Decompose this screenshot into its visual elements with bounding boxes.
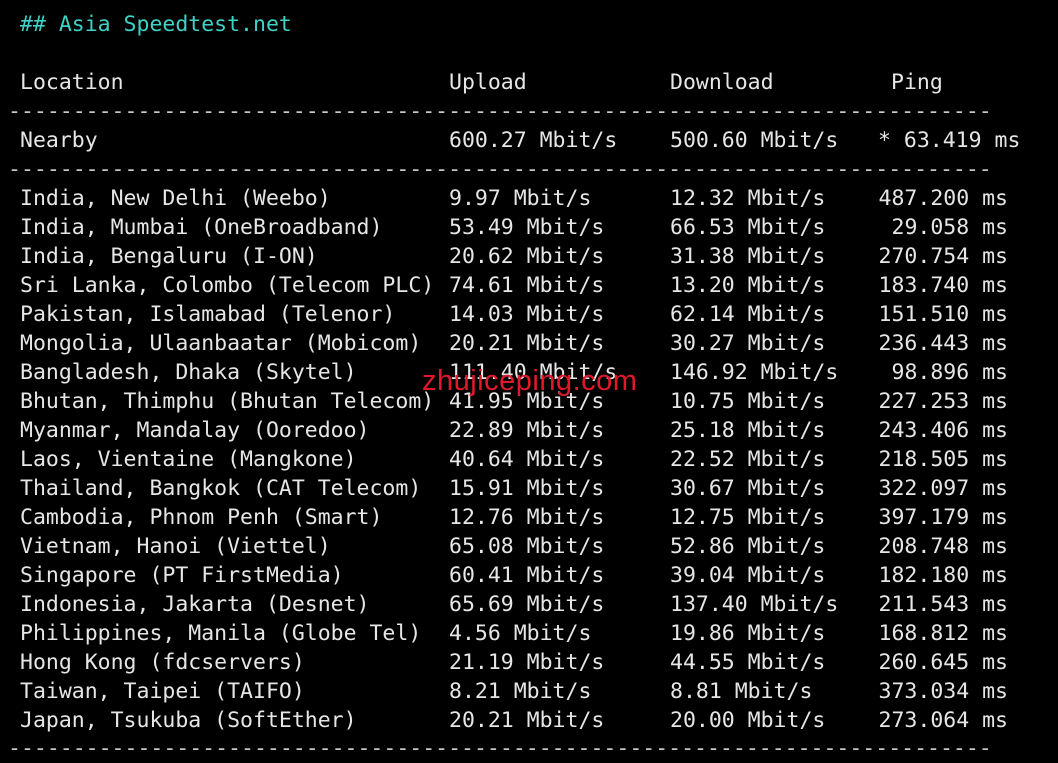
row-ping: 273.064 ms <box>878 708 1008 733</box>
row-ping: 243.406 ms <box>878 418 1008 443</box>
row-upload: 22.89 Mbit/s <box>449 418 605 443</box>
row-download: 12.75 Mbit/s <box>670 505 826 530</box>
row-location: Vietnam, Hanoi (Viettel) <box>20 534 331 559</box>
row-download: 146.92 Mbit/s <box>670 360 839 385</box>
row-ping: 182.180 ms <box>878 563 1008 588</box>
row-location: Taiwan, Taipei (TAIFO) <box>20 679 305 704</box>
row-download: 12.32 Mbit/s <box>670 186 826 211</box>
row-ping: 487.200 ms <box>878 186 1008 211</box>
header-download: Download <box>670 70 774 95</box>
row-location: Myanmar, Mandalay (Ooredoo) <box>20 418 370 443</box>
nearby-location: Nearby <box>20 128 98 153</box>
row-location: Philippines, Manila (Globe Tel) <box>20 621 422 646</box>
row-location: Sri Lanka, Colombo (Telecom PLC) <box>20 273 435 298</box>
nearby-row: Nearby 600.27 Mbit/s 500.60 Mbit/s * 63.… <box>20 126 1020 155</box>
row-ping: 211.543 ms <box>878 592 1008 617</box>
watermark: zhujiceping.com <box>422 365 638 397</box>
row-upload: 65.08 Mbit/s <box>449 534 605 559</box>
header-location: Location <box>20 70 124 95</box>
row-location: Mongolia, Ulaanbaatar (Mobicom) <box>20 331 422 356</box>
row-download: 20.00 Mbit/s <box>670 708 826 733</box>
row-upload: 15.91 Mbit/s <box>449 476 605 501</box>
header-ping: Ping <box>891 70 943 95</box>
separator-bottom: ----------------------------------------… <box>8 736 992 761</box>
row-download: 10.75 Mbit/s <box>670 389 826 414</box>
row-location: Bhutan, Thimphu (Bhutan Telecom) <box>20 389 435 414</box>
row-location: Japan, Tsukuba (SoftEther) <box>20 708 357 733</box>
row-download: 31.38 Mbit/s <box>670 244 826 269</box>
row-location: Laos, Vientaine (Mangkone) <box>20 447 357 472</box>
row-download: 22.52 Mbit/s <box>670 447 826 472</box>
row-location: India, Mumbai (OneBroadband) <box>20 215 383 240</box>
row-upload: 20.21 Mbit/s <box>449 708 605 733</box>
row-download: 44.55 Mbit/s <box>670 650 826 675</box>
header-upload: Upload <box>449 70 527 95</box>
row-download: 30.67 Mbit/s <box>670 476 826 501</box>
row-download: 19.86 Mbit/s <box>670 621 826 646</box>
row-location: Hong Kong (fdcservers) <box>20 650 305 675</box>
row-location: India, Bengaluru (I-ON) <box>20 244 318 269</box>
nearby-ping: * 63.419 ms <box>878 128 1021 153</box>
row-ping: 218.505 ms <box>878 447 1008 472</box>
row-download: 62.14 Mbit/s <box>670 302 826 327</box>
row-download: 137.40 Mbit/s <box>670 592 839 617</box>
section-title: ## Asia Speedtest.net <box>20 12 292 37</box>
row-location: India, New Delhi (Weebo) <box>20 186 331 211</box>
row-download: 25.18 Mbit/s <box>670 418 826 443</box>
row-upload: 4.56 Mbit/s <box>449 621 592 646</box>
row-upload: 40.64 Mbit/s <box>449 447 605 472</box>
row-upload: 21.19 Mbit/s <box>449 650 605 675</box>
row-download: 30.27 Mbit/s <box>670 331 826 356</box>
row-location: Bangladesh, Dhaka (Skytel) <box>20 360 357 385</box>
row-ping: 373.034 ms <box>878 679 1008 704</box>
row-upload: 20.21 Mbit/s <box>449 331 605 356</box>
row-download: 66.53 Mbit/s <box>670 215 826 240</box>
row-download: 39.04 Mbit/s <box>670 563 826 588</box>
row-location: Pakistan, Islamabad (Telenor) <box>20 302 396 327</box>
row-ping: 322.097 ms <box>878 476 1008 501</box>
row-location: Thailand, Bangkok (CAT Telecom) <box>20 476 422 501</box>
terminal-window: ## Asia Speedtest.net Location Upload Do… <box>0 0 1058 761</box>
row-upload: 8.21 Mbit/s <box>449 679 592 704</box>
row-upload: 20.62 Mbit/s <box>449 244 605 269</box>
row-upload: 74.61 Mbit/s <box>449 273 605 298</box>
row-ping: 98.896 ms <box>891 360 1009 385</box>
row-ping: 236.443 ms <box>878 331 1008 356</box>
row-ping: 208.748 ms <box>878 534 1008 559</box>
row-download: 8.81 Mbit/s <box>670 679 813 704</box>
row-upload: 60.41 Mbit/s <box>449 563 605 588</box>
row-upload: 14.03 Mbit/s <box>449 302 605 327</box>
row-location: Indonesia, Jakarta (Desnet) <box>20 592 370 617</box>
row-download: 13.20 Mbit/s <box>670 273 826 298</box>
row-upload: 65.69 Mbit/s <box>449 592 605 617</box>
row-upload: 9.97 Mbit/s <box>449 186 592 211</box>
separator-middle: ----------------------------------------… <box>8 157 992 182</box>
row-ping: 397.179 ms <box>878 505 1008 530</box>
nearby-upload: 600.27 Mbit/s <box>449 128 618 153</box>
table-header: Location Upload Download Ping <box>20 68 943 97</box>
row-download: 52.86 Mbit/s <box>670 534 826 559</box>
row-location: Cambodia, Phnom Penh (Smart) <box>20 505 383 530</box>
row-ping: 29.058 ms <box>891 215 1009 240</box>
row-upload: 53.49 Mbit/s <box>449 215 605 240</box>
row-upload: 12.76 Mbit/s <box>449 505 605 530</box>
row-ping: 183.740 ms <box>878 273 1008 298</box>
row-ping: 168.812 ms <box>878 621 1008 646</box>
row-location: Singapore (PT FirstMedia) <box>20 563 344 588</box>
nearby-download: 500.60 Mbit/s <box>670 128 839 153</box>
row-ping: 270.754 ms <box>878 244 1008 269</box>
row-ping: 260.645 ms <box>878 650 1008 675</box>
row-ping: 227.253 ms <box>878 389 1008 414</box>
row-ping: 151.510 ms <box>878 302 1008 327</box>
separator-top: ----------------------------------------… <box>8 99 992 124</box>
